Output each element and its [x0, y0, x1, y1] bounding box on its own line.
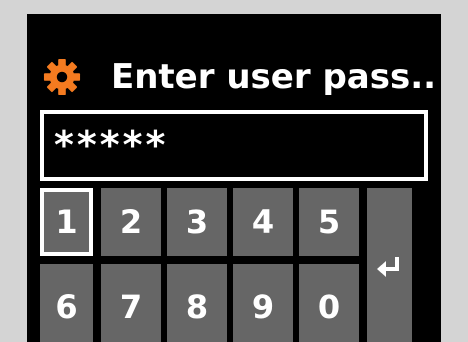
enter-button[interactable] [367, 188, 412, 342]
key-3[interactable]: 3 [167, 188, 227, 256]
key-label: 1 [55, 203, 78, 241]
key-label: 7 [119, 288, 143, 326]
key-2[interactable]: 2 [101, 188, 161, 256]
password-field[interactable]: ***** [40, 110, 428, 181]
key-label: 6 [55, 288, 78, 326]
key-label: 2 [119, 203, 143, 241]
key-label: 9 [251, 288, 275, 326]
key-5[interactable]: 5 [299, 188, 359, 256]
key-8[interactable]: 8 [167, 264, 227, 342]
header: Enter user pass.. [27, 52, 441, 108]
gear-icon [43, 58, 81, 96]
key-7[interactable]: 7 [101, 264, 161, 342]
key-6[interactable]: 6 [40, 264, 93, 342]
key-9[interactable]: 9 [233, 264, 293, 342]
key-1[interactable]: 1 [40, 188, 93, 256]
key-4[interactable]: 4 [233, 188, 293, 256]
page-title: Enter user pass.. [111, 57, 437, 97]
key-label: 3 [185, 203, 209, 241]
key-label: 5 [317, 203, 341, 241]
key-label: 0 [317, 288, 341, 326]
password-value: ***** [54, 123, 169, 167]
key-label: 8 [185, 288, 209, 326]
password-screen: Enter user pass.. ***** 1 2 3 4 5 6 7 8 … [27, 14, 441, 342]
key-0[interactable]: 0 [299, 264, 359, 342]
key-label: 4 [251, 203, 275, 241]
enter-return-icon [377, 257, 399, 277]
